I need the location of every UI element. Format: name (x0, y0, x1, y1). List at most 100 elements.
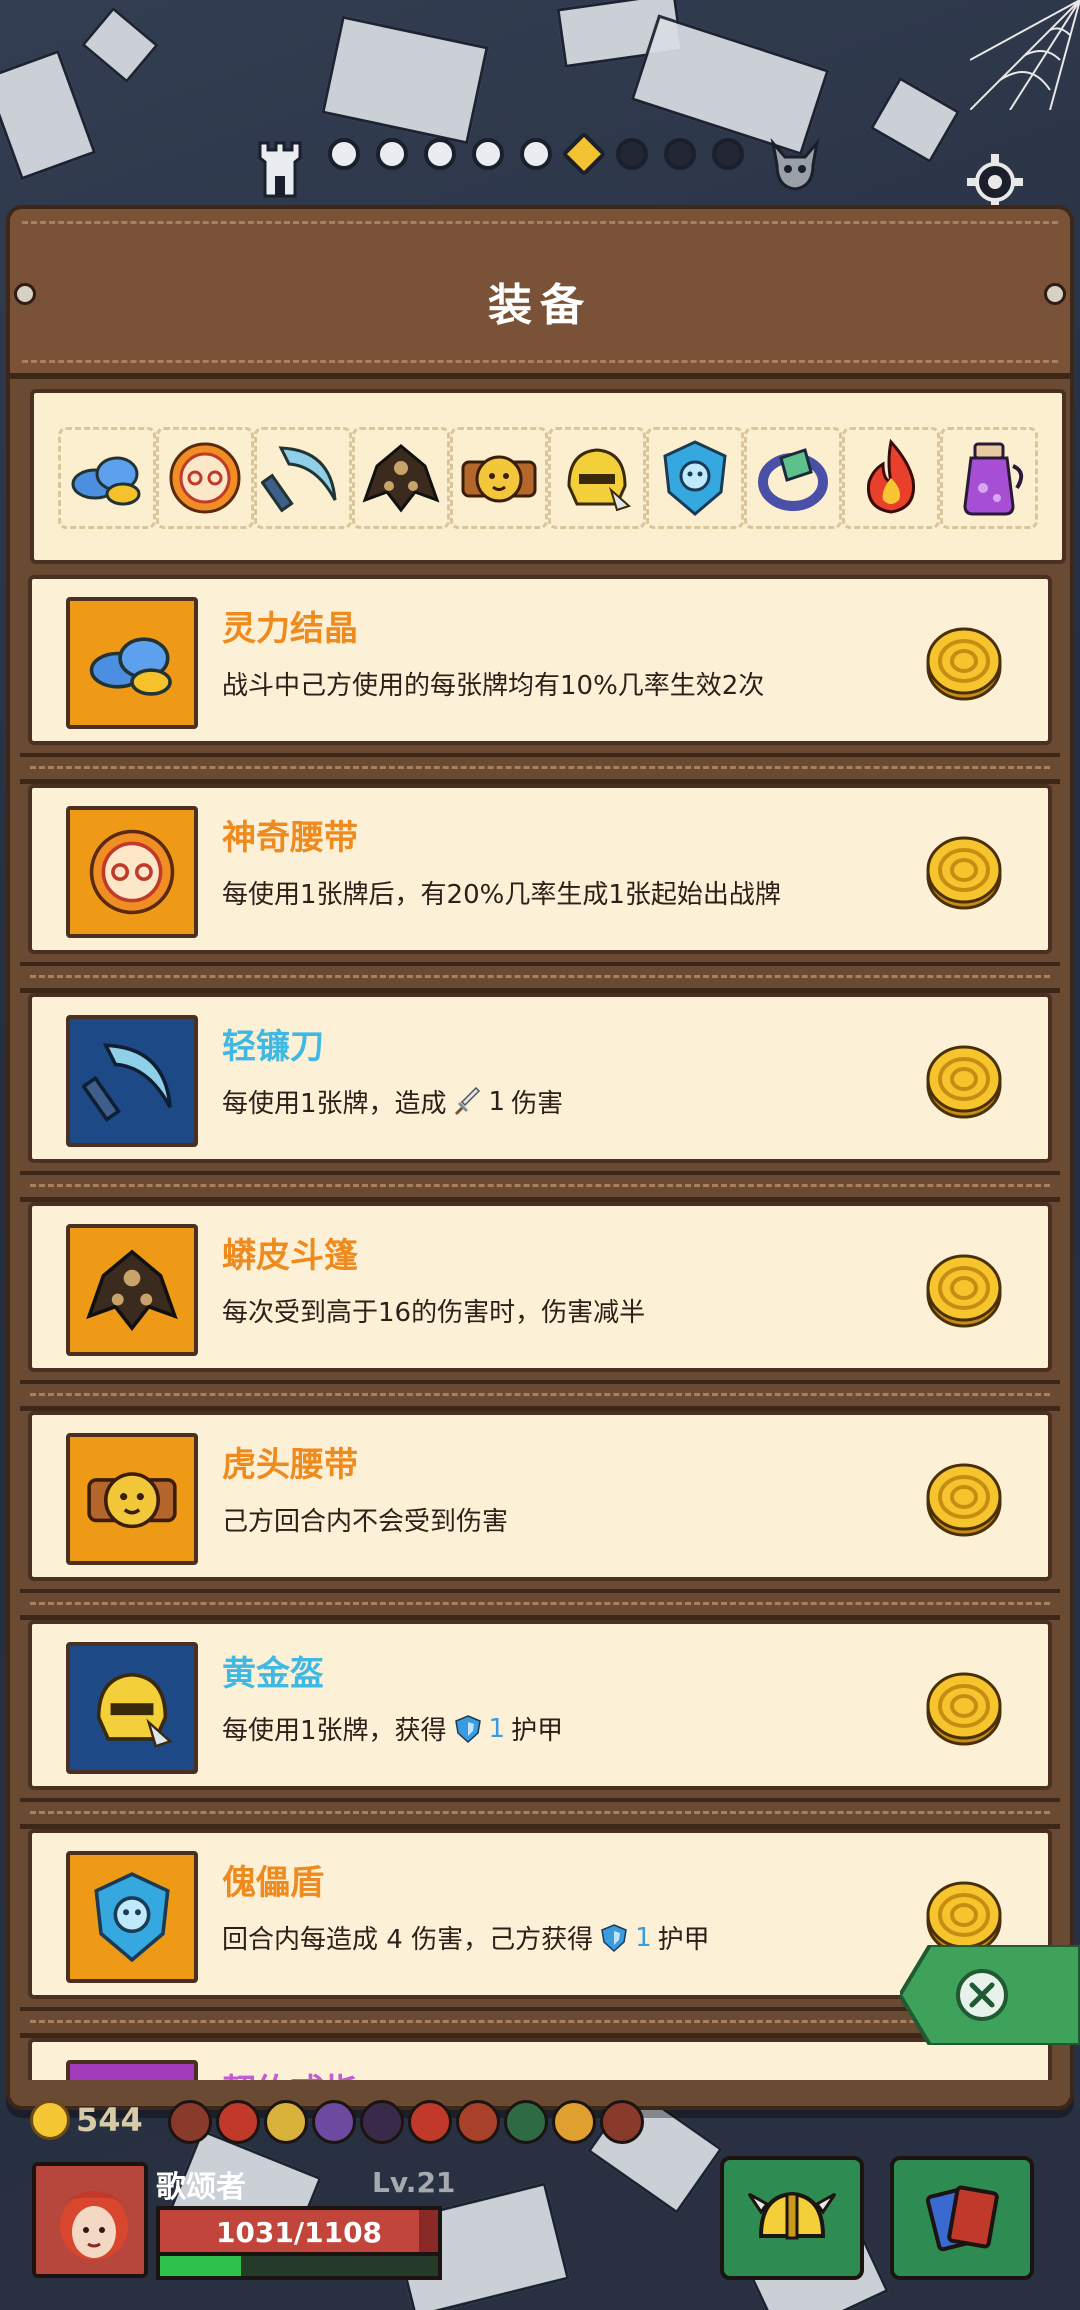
progress-node (664, 138, 696, 170)
equip-slot[interactable] (842, 427, 940, 529)
coin-counter: 544 (30, 2100, 143, 2140)
item-icon-frame (66, 1224, 198, 1356)
armor-value: 1 (488, 1713, 506, 1744)
coin-amount: 544 (76, 2101, 143, 2139)
ring-icon (758, 448, 828, 511)
equipment-card[interactable]: 轻镰刀 每使用1张牌，造成 1 伤害 (28, 993, 1052, 1163)
progress-node (424, 138, 456, 170)
equip-slot[interactable] (744, 427, 842, 529)
equip-slot[interactable] (58, 427, 156, 529)
progress-node (376, 138, 408, 170)
panel-title: 装备 (488, 280, 592, 331)
equip-slot[interactable] (548, 427, 646, 529)
health-text: 1031/1108 (215, 2216, 383, 2249)
desc-text: 每使用1张牌，造成 (222, 1089, 447, 1119)
crystal-icon (71, 456, 141, 506)
desc-text: 伤害 (511, 1089, 564, 1119)
item-divider (20, 753, 1060, 779)
desc-text: 回合内每造成 4 伤害，己方获得 (222, 1925, 594, 1955)
item-divider (20, 1589, 1060, 1615)
item-icon-frame (66, 806, 198, 938)
list-item[interactable]: 虎头腰带 己方回合内不会受到伤害 (20, 1411, 1060, 1620)
item-name: 神奇腰带 (222, 818, 358, 858)
equipment-button[interactable] (720, 2156, 864, 2280)
progress-node (520, 138, 552, 170)
relic-icon[interactable] (264, 2100, 308, 2144)
item-divider (20, 1171, 1060, 1197)
item-icon-frame (66, 2060, 198, 2080)
relic-icon[interactable] (360, 2100, 404, 2144)
equipment-card[interactable]: 蟒皮斗篷 每次受到高于16的伤害时，伤害减半 (28, 1202, 1052, 1372)
equip-slot[interactable] (450, 427, 548, 529)
equipment-card[interactable]: 契约戒指 (28, 2038, 1052, 2080)
coin-icon[interactable] (924, 1459, 1004, 1539)
equip-slot[interactable] (156, 427, 254, 529)
experience-bar-fill (160, 2256, 241, 2276)
relic-icon[interactable] (600, 2100, 644, 2144)
equipment-card[interactable]: 黄金盔 每使用1张牌，获得 1 护甲 (28, 1620, 1052, 1790)
desc-text: 每使用1张牌，获得 (222, 1716, 447, 1746)
list-item[interactable]: 神奇腰带 每使用1张牌后，有20%几率生成1张起始出战牌 (20, 784, 1060, 993)
health-bar: 1031/1108 (156, 2206, 442, 2256)
relic-icon[interactable] (216, 2100, 260, 2144)
item-name: 傀儡盾 (222, 1863, 324, 1903)
progress-node (616, 138, 648, 170)
coin-icon[interactable] (924, 623, 1004, 703)
coin-icon[interactable] (924, 832, 1004, 912)
item-name: 蟒皮斗篷 (222, 1236, 358, 1276)
equip-slot[interactable] (352, 427, 450, 529)
character-portrait-icon (36, 2166, 144, 2274)
list-item[interactable]: 灵力结晶 战斗中己方使用的每张牌均有10%几率生效2次 (20, 575, 1060, 784)
equip-slot[interactable] (940, 427, 1038, 529)
equipment-card[interactable]: 虎头腰带 己方回合内不会受到伤害 (28, 1411, 1052, 1581)
list-item[interactable]: 轻镰刀 每使用1张牌，造成 1 伤害 (20, 993, 1060, 1202)
cloak-icon (86, 1249, 178, 1332)
item-icon-frame (66, 1015, 198, 1147)
progress-node (472, 138, 504, 170)
coin-icon[interactable] (924, 1250, 1004, 1330)
map-progress (328, 131, 744, 177)
relic-icon[interactable] (456, 2100, 500, 2144)
shield-icon (663, 440, 727, 516)
equip-slot[interactable] (254, 427, 352, 529)
helmet-icon (96, 1672, 173, 1748)
close-button[interactable] (900, 1945, 1080, 2045)
equipment-list[interactable]: 灵力结晶 战斗中己方使用的每张牌均有10%几率生效2次 神奇腰带 每使用1张牌后… (20, 575, 1060, 2080)
relic-icon[interactable] (312, 2100, 356, 2144)
paper-shard (321, 15, 489, 145)
coin-icon[interactable] (924, 1668, 1004, 1748)
item-description: 每次受到高于16的伤害时，伤害减半 (222, 1298, 646, 1328)
armor-value: 1 (635, 1922, 652, 1953)
paper-shard (869, 76, 961, 164)
settings-gear-icon[interactable] (965, 152, 1025, 212)
equipment-card[interactable]: 灵力结晶 战斗中己方使用的每张牌均有10%几率生效2次 (28, 575, 1052, 745)
equip-slot[interactable] (646, 427, 744, 529)
equipment-card[interactable]: 傀儡盾 回合内每造成 4 伤害，己方获得 1 护甲 (28, 1829, 1052, 1999)
coin-icon[interactable] (924, 1041, 1004, 1121)
list-item[interactable]: 蟒皮斗篷 每次受到高于16的伤害时，伤害减半 (20, 1202, 1060, 1411)
list-item[interactable]: 黄金盔 每使用1张牌，获得 1 护甲 (20, 1620, 1060, 1829)
relic-icon[interactable] (552, 2100, 596, 2144)
damage-value: 1 (488, 1086, 506, 1117)
relic-icon[interactable] (168, 2100, 212, 2144)
equipment-card[interactable]: 神奇腰带 每使用1张牌后，有20%几率生成1张起始出战牌 (28, 784, 1052, 954)
progress-node (328, 138, 360, 170)
tiger-belt-icon (461, 455, 537, 503)
belt-icon (89, 829, 175, 915)
player-name: 歌颂者 (156, 2170, 246, 2205)
relic-icon[interactable] (504, 2100, 548, 2144)
tower-icon (258, 141, 302, 198)
item-description: 回合内每造成 4 伤害，己方获得 1 护甲 (222, 1919, 710, 1956)
relic-row[interactable] (168, 2100, 644, 2144)
sword-icon (454, 1086, 480, 1115)
relic-icon[interactable] (408, 2100, 452, 2144)
avatar[interactable] (32, 2162, 148, 2278)
armor-icon (601, 1923, 627, 1952)
helmet-icon (747, 2191, 837, 2240)
sickle-icon (82, 1043, 172, 1123)
crystal-icon (89, 637, 172, 696)
ring-icon (82, 2076, 182, 2080)
potion-icon (963, 442, 1024, 516)
deck-button[interactable] (890, 2156, 1034, 2280)
boss-icon (770, 137, 820, 191)
